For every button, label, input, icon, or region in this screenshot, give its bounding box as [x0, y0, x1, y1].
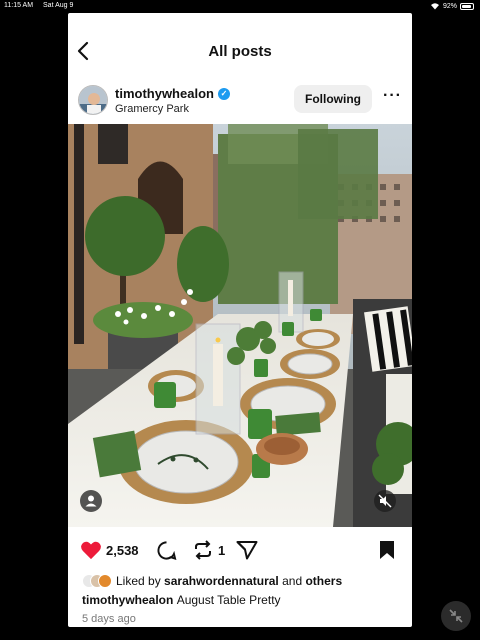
- user-tag-icon[interactable]: [80, 490, 102, 512]
- liked-by-others[interactable]: others: [305, 574, 342, 588]
- collapse-arrows-icon: [449, 609, 463, 623]
- status-bar: 11:15 AM Sat Aug 9 92%: [0, 0, 480, 13]
- post-header: timothywhealon ✓ Gramercy Park Following…: [68, 79, 412, 123]
- page-title: All posts: [208, 43, 272, 60]
- verified-badge-icon: ✓: [217, 87, 230, 100]
- battery-percent: 92%: [442, 2, 457, 10]
- username-text[interactable]: timothywhealon: [115, 86, 214, 101]
- mute-icon[interactable]: [374, 490, 396, 512]
- liker-avatar: [98, 574, 112, 588]
- username[interactable]: timothywhealon ✓: [115, 86, 230, 101]
- collapse-button[interactable]: [441, 601, 471, 631]
- repost-icon[interactable]: [192, 539, 214, 561]
- battery-icon: [460, 2, 474, 10]
- caption: timothywhealon August Table Pretty: [82, 593, 281, 607]
- liked-by-user[interactable]: sarahwordennatural: [164, 574, 279, 588]
- heart-icon[interactable]: [80, 540, 102, 560]
- wifi-icon: [430, 3, 439, 10]
- liked-by-avatars[interactable]: [82, 574, 112, 588]
- liked-by-prefix: Liked by: [116, 574, 161, 588]
- post-card: All posts timothywhealon ✓ Gramercy Park…: [68, 13, 412, 627]
- location-link[interactable]: Gramercy Park: [115, 103, 189, 115]
- more-options-icon[interactable]: ···: [383, 88, 401, 107]
- bookmark-icon[interactable]: [378, 540, 396, 560]
- repost-count[interactable]: 1: [218, 543, 225, 558]
- share-group: [236, 539, 258, 561]
- repost-group: 1: [192, 539, 225, 561]
- status-time: 11:15 AM: [4, 2, 34, 9]
- liked-by-and: and: [282, 574, 303, 588]
- like-group: 2,538: [80, 539, 139, 561]
- share-icon[interactable]: [236, 540, 258, 560]
- liked-by-row: Liked by sarahwordennatural and others: [82, 573, 342, 589]
- post-photo[interactable]: [68, 124, 412, 527]
- avatar[interactable]: [78, 85, 108, 115]
- like-count[interactable]: 2,538: [106, 543, 139, 558]
- caption-username[interactable]: timothywhealon: [82, 593, 173, 607]
- status-date: Sat Aug 9: [43, 2, 74, 9]
- post-timestamp: 5 days ago: [82, 613, 136, 625]
- following-button[interactable]: Following: [294, 85, 372, 113]
- action-bar: 2,538 1: [68, 535, 412, 565]
- comment-group: [156, 539, 177, 561]
- caption-text: August Table Pretty: [176, 593, 281, 607]
- comment-icon[interactable]: [156, 540, 177, 561]
- header: All posts: [68, 13, 412, 73]
